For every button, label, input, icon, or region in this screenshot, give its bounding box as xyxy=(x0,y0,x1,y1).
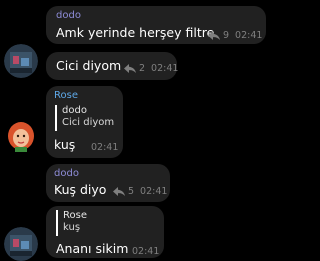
share-arrow-icon[interactable] xyxy=(124,64,136,73)
user-avatar[interactable] xyxy=(4,44,38,78)
message-time: 02:41 xyxy=(140,186,168,197)
message-bubble[interactable]: dodo Kuş diyo 5 02:41 xyxy=(46,164,170,202)
message-bubble[interactable]: Cici diyom 2 02:41 xyxy=(46,52,178,80)
reply-quote[interactable]: Rose kuş xyxy=(56,210,87,236)
message-meta: 9 02:41 xyxy=(208,30,262,41)
message-text: Ananı sikim xyxy=(56,241,129,256)
sender-name[interactable]: Rose xyxy=(54,90,78,102)
sender-name[interactable]: dodo xyxy=(54,168,79,180)
user-avatar[interactable] xyxy=(4,227,38,261)
reply-text: kuş xyxy=(63,222,81,233)
rose-avatar[interactable] xyxy=(4,120,38,154)
message-text: Amk yerinde herşey filtre xyxy=(56,25,215,40)
message-time: 02:41 xyxy=(91,142,119,153)
message-time: 02:41 xyxy=(132,246,160,257)
message-meta: 5 02:41 xyxy=(113,186,167,197)
message-bubble[interactable]: Rose dodo Cici diyom kuş 02:41 xyxy=(46,86,123,158)
forward-count: 2 xyxy=(139,63,146,74)
reply-text: Cici diyom xyxy=(62,117,115,128)
message-time: 02:41 xyxy=(151,63,179,74)
reply-sender: dodo xyxy=(62,105,87,116)
share-arrow-icon[interactable] xyxy=(208,31,220,40)
share-arrow-icon[interactable] xyxy=(113,187,125,196)
message-bubble[interactable]: dodo Amk yerinde herşey filtre 9 02:41 xyxy=(46,6,266,44)
reply-sender: Rose xyxy=(63,210,87,221)
message-meta: 2 02:41 xyxy=(124,63,178,74)
message-time: 02:41 xyxy=(235,30,263,41)
message-text: Kuş diyo xyxy=(54,182,107,197)
forward-count: 9 xyxy=(223,30,230,41)
forward-count: 5 xyxy=(128,186,135,197)
message-text: Cici diyom xyxy=(56,58,122,73)
message-text: kuş xyxy=(54,137,76,152)
sender-name[interactable]: dodo xyxy=(56,10,81,22)
message-bubble[interactable]: Rose kuş Ananı sikim 02:41 xyxy=(46,206,164,258)
reply-quote[interactable]: dodo Cici diyom xyxy=(55,105,114,131)
